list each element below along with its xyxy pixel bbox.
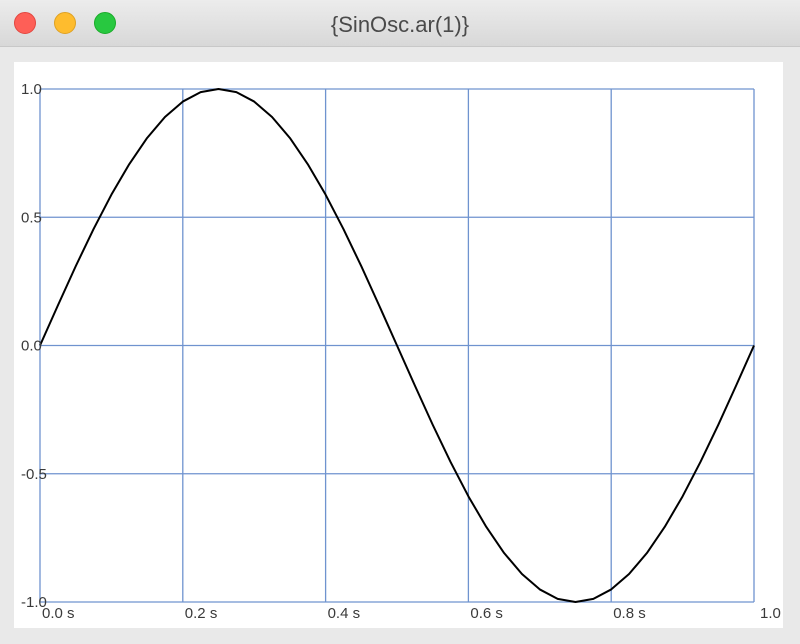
y-tick-label-3: -0.5 xyxy=(21,466,47,483)
x-tick-label-4: 0.8 s xyxy=(613,605,646,622)
x-tick-label-2: 0.4 s xyxy=(328,605,361,622)
title-bar[interactable]: {SinOsc.ar(1)} xyxy=(0,0,800,47)
window-title: {SinOsc.ar(1)} xyxy=(330,12,470,37)
plot-window: {SinOsc.ar(1)} 1.0 0.5 0.0 -0.5 -1.0 0.0 s 0.2… xyxy=(0,0,800,644)
y-tick-label-2: 0.0 xyxy=(21,338,42,355)
waveform-chart: 1.00.50.0-0.5-1.00.0 s 0.2 s 0.4 s 0.6 s 0.8… xyxy=(21,81,781,622)
x-tick-label-3: 0.6 s xyxy=(470,605,503,622)
y-tick-label-1: 0.5 xyxy=(21,209,42,226)
x-tick-label-1: 0.2 s xyxy=(185,605,218,622)
x-tick-label-5: 1.0 xyxy=(760,605,781,622)
plot-area: 1.0 0.5 0.0 -0.5 -1.0 0.0 s 0.2 s 0.4 s 0.6 s 0.8… xyxy=(14,62,783,628)
y-tick-label-0: 1.0 xyxy=(21,81,42,98)
x-tick-label-0: 0.0 s xyxy=(42,605,75,622)
